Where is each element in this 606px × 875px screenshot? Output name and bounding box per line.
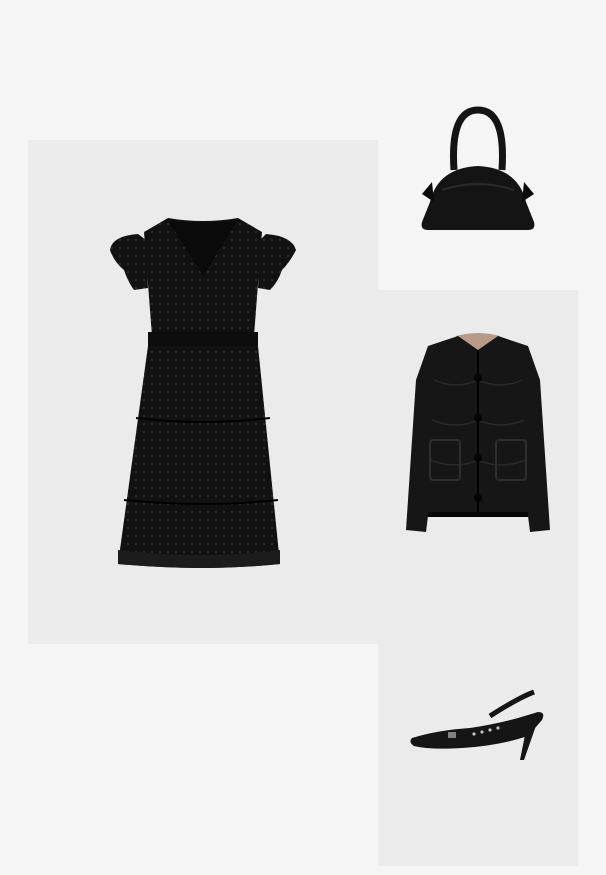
dress-tile[interactable] bbox=[28, 140, 378, 644]
shoe-tile[interactable] bbox=[378, 580, 578, 866]
quilted-jacket-icon bbox=[406, 333, 550, 532]
slingback-pump-icon bbox=[410, 689, 544, 760]
lace-dress-icon bbox=[110, 218, 296, 568]
outfit-collage bbox=[0, 0, 606, 875]
bag-tile[interactable] bbox=[378, 70, 578, 290]
handbag-icon bbox=[421, 106, 535, 230]
jacket-tile[interactable] bbox=[378, 290, 578, 580]
